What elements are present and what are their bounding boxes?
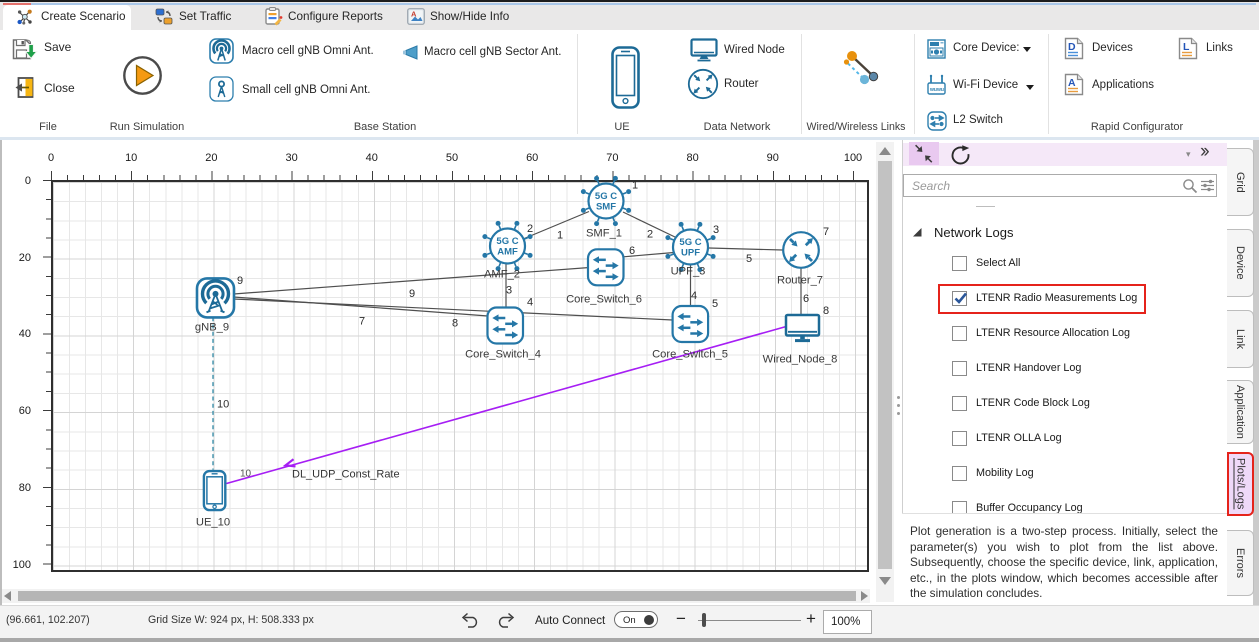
svg-text:SMF: SMF [596, 202, 616, 213]
svg-text:3: 3 [506, 285, 512, 297]
svg-text:AMF: AMF [497, 247, 518, 258]
svg-text:9: 9 [409, 288, 415, 300]
svg-text:2: 2 [647, 229, 653, 241]
svg-text:9: 9 [237, 275, 243, 287]
svg-text:8: 8 [823, 305, 829, 317]
svg-text:UE_10: UE_10 [196, 517, 230, 529]
svg-text:SMF_1: SMF_1 [586, 228, 622, 240]
svg-text:6: 6 [803, 293, 809, 305]
svg-text:1: 1 [632, 180, 638, 192]
svg-text:AMF_2: AMF_2 [484, 269, 520, 281]
svg-text:Router_7: Router_7 [777, 275, 823, 287]
svg-text:5G C: 5G C [679, 237, 701, 248]
svg-text:Core_Switch_6: Core_Switch_6 [566, 294, 642, 306]
svg-text:5: 5 [712, 298, 718, 310]
svg-text:7: 7 [823, 226, 829, 238]
svg-text:5: 5 [746, 253, 752, 265]
svg-text:UPF: UPF [681, 248, 700, 259]
svg-text:5G C: 5G C [595, 191, 617, 202]
svg-text:Core_Switch_4: Core_Switch_4 [465, 349, 541, 361]
svg-text:wuwu: wuwu [929, 87, 944, 93]
svg-text:8: 8 [452, 318, 458, 330]
svg-text:5G C: 5G C [496, 236, 518, 247]
svg-text:D: D [1068, 41, 1076, 53]
svg-text:10: 10 [240, 469, 252, 480]
svg-text:UPF_3: UPF_3 [671, 266, 706, 278]
svg-text:Wired_Node_8: Wired_Node_8 [763, 354, 838, 366]
svg-text:4: 4 [527, 297, 533, 309]
svg-text:7: 7 [359, 316, 365, 328]
svg-text:A: A [411, 10, 417, 19]
svg-text:Core_Switch_5: Core_Switch_5 [652, 349, 728, 361]
svg-text:L: L [1183, 41, 1190, 53]
svg-text:DL_UDP_Const_Rate: DL_UDP_Const_Rate [292, 469, 400, 481]
svg-text:gNB_9: gNB_9 [195, 322, 229, 334]
svg-text:4: 4 [691, 290, 697, 302]
svg-text:10: 10 [217, 399, 229, 411]
svg-text:2: 2 [527, 223, 533, 235]
svg-text:3: 3 [713, 224, 719, 236]
svg-text:6: 6 [629, 245, 635, 257]
svg-text:1: 1 [557, 230, 563, 242]
svg-text:A: A [1068, 77, 1076, 89]
